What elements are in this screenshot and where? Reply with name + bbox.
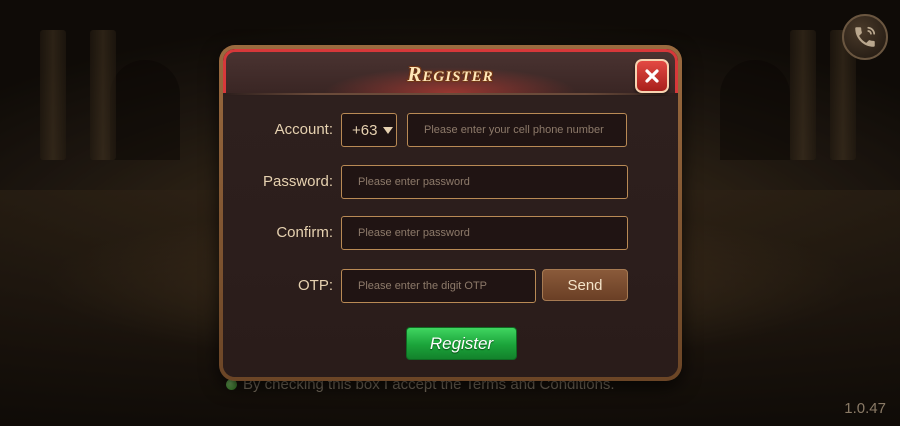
register-dialog-panel: Register Account: +63 Please enter your … bbox=[223, 49, 678, 377]
otp-row: OTP: Please enter the digit OTP Send bbox=[223, 269, 678, 303]
triangle-down-icon bbox=[383, 126, 394, 134]
otp-label: OTP: bbox=[297, 277, 333, 294]
confirm-password-input[interactable]: Please enter password bbox=[341, 216, 628, 250]
version-label: 1.0.47 bbox=[844, 400, 886, 417]
country-code-select[interactable]: +63 bbox=[341, 113, 397, 147]
send-otp-button[interactable]: Send bbox=[542, 269, 628, 301]
register-button[interactable]: Register bbox=[406, 327, 517, 360]
otp-placeholder: Please enter the digit OTP bbox=[358, 280, 488, 292]
password-placeholder: Please enter password bbox=[358, 176, 470, 188]
confirm-label: Confirm: bbox=[276, 224, 333, 241]
password-row: Password: Please enter password bbox=[223, 165, 678, 199]
otp-input[interactable]: Please enter the digit OTP bbox=[341, 269, 536, 303]
phone-number-input[interactable]: Please enter your cell phone number bbox=[407, 113, 627, 147]
account-label: Account: bbox=[274, 121, 333, 138]
password-input[interactable]: Please enter password bbox=[341, 165, 628, 199]
register-dialog: Register Account: +63 Please enter your … bbox=[219, 45, 682, 381]
confirm-row: Confirm: Please enter password bbox=[223, 216, 678, 250]
close-button[interactable] bbox=[635, 59, 669, 93]
confirm-password-placeholder: Please enter password bbox=[358, 227, 470, 239]
phone-call-button[interactable] bbox=[842, 14, 888, 60]
dialog-title: Register bbox=[407, 62, 494, 86]
phone-number-placeholder: Please enter your cell phone number bbox=[424, 124, 604, 136]
phone-call-icon bbox=[855, 26, 876, 47]
dialog-header: Register bbox=[223, 49, 678, 95]
account-row: Account: +63 Please enter your cell phon… bbox=[223, 113, 678, 147]
password-label: Password: bbox=[262, 173, 333, 190]
country-code-value: +63 bbox=[352, 121, 378, 139]
close-icon bbox=[645, 69, 659, 83]
